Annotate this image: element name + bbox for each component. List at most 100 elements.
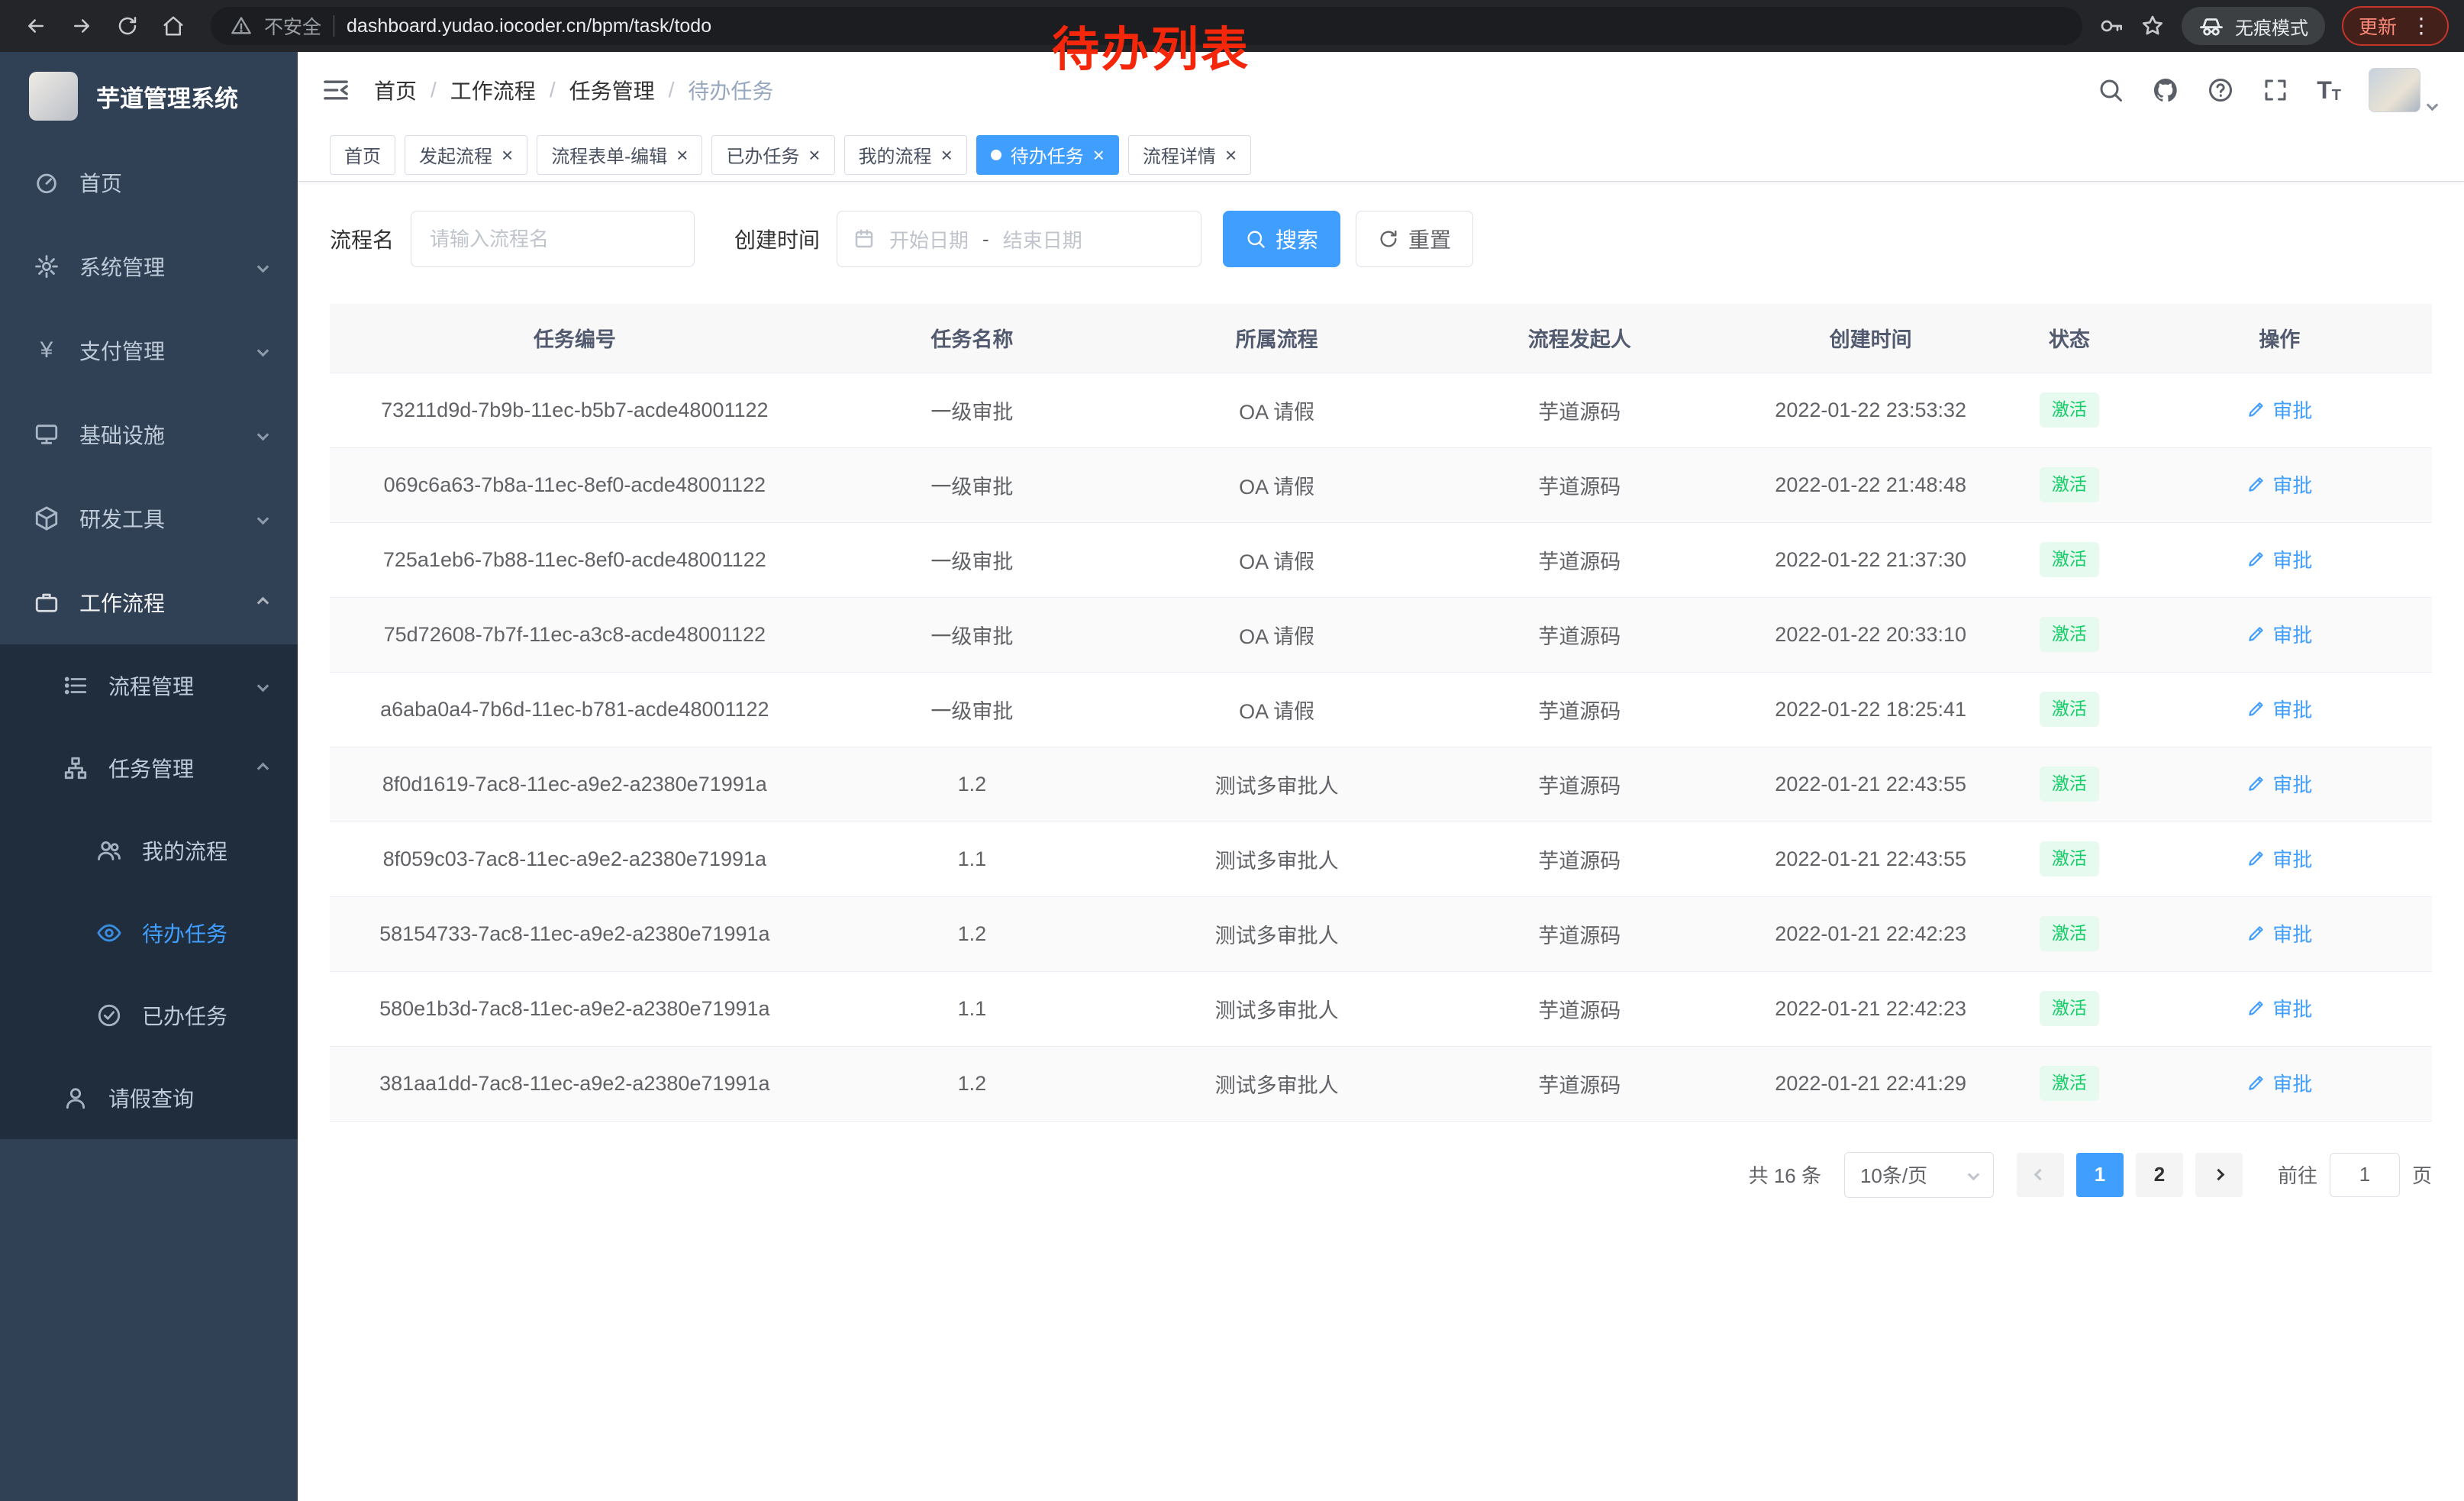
search-icon[interactable] (2097, 76, 2124, 104)
edit-icon (2246, 399, 2266, 419)
breadcrumb-item[interactable]: 任务管理 (569, 75, 655, 105)
chevron-down-icon (257, 428, 269, 441)
cell-process: OA 请假 (1124, 447, 1429, 522)
approve-link[interactable]: 审批 (2246, 919, 2312, 947)
approve-link[interactable]: 审批 (2246, 770, 2312, 798)
cell-created: 2022-01-21 22:42:23 (1730, 971, 2011, 1046)
prev-page-button[interactable] (2017, 1153, 2064, 1197)
tab-close-icon[interactable]: × (808, 145, 820, 165)
avatar[interactable] (2369, 68, 2420, 112)
sidebar-item-done-task[interactable]: 已办任务 (0, 974, 298, 1057)
table-row: 58154733-7ac8-11ec-a9e2-a2380e71991a 1.2… (330, 896, 2432, 971)
cell-task-name: 一级审批 (820, 597, 1124, 672)
cell-task-name: 1.1 (820, 822, 1124, 896)
sidebar-item-payment[interactable]: ¥ 支付管理 (0, 308, 298, 392)
tab-close-icon[interactable]: × (1093, 145, 1105, 165)
approve-link[interactable]: 审批 (2246, 1069, 2312, 1097)
page-size-select[interactable]: 10条/页 (1844, 1152, 1994, 1198)
reset-button[interactable]: 重置 (1356, 211, 1473, 267)
approve-link[interactable]: 审批 (2246, 620, 2312, 648)
sidebar-item-todo-task[interactable]: 待办任务 (0, 892, 298, 974)
cell-process: OA 请假 (1124, 672, 1429, 747)
chevron-down-icon (1968, 1169, 1980, 1181)
approve-link[interactable]: 审批 (2246, 470, 2312, 499)
tab-process-form-edit[interactable]: 流程表单-编辑 × (537, 135, 702, 175)
approve-link[interactable]: 审批 (2246, 994, 2312, 1022)
tab-close-icon[interactable]: × (676, 145, 688, 165)
sidebar-item-home[interactable]: 首页 (0, 140, 298, 224)
tab-home[interactable]: 首页 (330, 135, 395, 175)
browser-forward-button[interactable] (61, 5, 102, 47)
browser-home-button[interactable] (153, 5, 194, 47)
tab-process-detail[interactable]: 流程详情 × (1128, 135, 1251, 175)
address-bar[interactable]: 不安全 dashboard.yudao.iocoder.cn/bpm/task/… (211, 7, 2082, 45)
table-row: 8f059c03-7ac8-11ec-a9e2-a2380e71991a 1.1… (330, 822, 2432, 896)
approve-link[interactable]: 审批 (2246, 395, 2312, 424)
browser-reload-button[interactable] (107, 5, 148, 47)
cell-created: 2022-01-22 21:37:30 (1730, 522, 2011, 597)
browser-back-button[interactable] (15, 5, 56, 47)
sidebar-item-task-mgmt[interactable]: 任务管理 (0, 727, 298, 809)
search-button[interactable]: 搜索 (1223, 211, 1340, 267)
approve-link[interactable]: 审批 (2246, 844, 2312, 873)
sidebar-item-devtools[interactable]: 研发工具 (0, 476, 298, 560)
process-name-input[interactable] (411, 211, 695, 267)
tab-my-process[interactable]: 我的流程 × (844, 135, 967, 175)
gear-icon (34, 253, 60, 279)
briefcase-icon (34, 589, 60, 615)
cell-created: 2022-01-21 22:43:55 (1730, 747, 2011, 822)
calendar-icon (853, 228, 876, 250)
chevron-down-icon (2427, 99, 2439, 111)
breadcrumb-item[interactable]: 首页 (374, 75, 417, 105)
fullscreen-icon[interactable] (2262, 76, 2289, 104)
browser-update-button[interactable]: 更新 ⋮ (2342, 6, 2449, 46)
goto-label: 前往 (2278, 1160, 2317, 1189)
tab-done-task[interactable]: 已办任务 × (711, 135, 834, 175)
edit-icon (2246, 773, 2266, 793)
create-time-label: 创建时间 (734, 224, 820, 254)
tab-close-icon[interactable]: × (1225, 145, 1237, 165)
next-page-button[interactable] (2195, 1153, 2243, 1197)
github-icon[interactable] (2152, 76, 2179, 104)
breadcrumb-item[interactable]: 工作流程 (450, 75, 536, 105)
tab-close-icon[interactable]: × (502, 145, 513, 165)
status-badge: 激活 (2040, 692, 2099, 727)
tab-close-icon[interactable]: × (941, 145, 953, 165)
table-row: 8f0d1619-7ac8-11ec-a9e2-a2380e71991a 1.2… (330, 747, 2432, 822)
sidebar-item-my-process[interactable]: 我的流程 (0, 809, 298, 892)
font-size-icon[interactable]: TT (2317, 76, 2341, 105)
status-badge: 激活 (2040, 617, 2099, 652)
edit-icon (2246, 699, 2266, 718)
cell-starter: 芋道源码 (1429, 672, 1730, 747)
sidebar: 芋道管理系统 首页 系统管理 ¥ 支付管理 基础设施 研发工具 工作 (0, 52, 298, 1501)
browser-menu-icon[interactable]: ⋮ (2411, 15, 2432, 37)
sidebar-item-infra[interactable]: 基础设施 (0, 392, 298, 476)
goto-page-input[interactable] (2330, 1153, 2400, 1197)
sidebar-item-system[interactable]: 系统管理 (0, 224, 298, 308)
help-icon[interactable] (2207, 76, 2234, 104)
bookmark-star-icon[interactable] (2140, 14, 2165, 38)
tab-todo-task[interactable]: 待办任务 × (976, 135, 1119, 175)
cell-starter: 芋道源码 (1429, 597, 1730, 672)
approve-link[interactable]: 审批 (2246, 545, 2312, 573)
sidebar-item-leave-query[interactable]: 请假查询 (0, 1057, 298, 1139)
cell-task-id: 8f059c03-7ac8-11ec-a9e2-a2380e71991a (330, 822, 820, 896)
page-button-1[interactable]: 1 (2076, 1153, 2124, 1197)
tab-start-process[interactable]: 发起流程 × (405, 135, 527, 175)
sidebar-toggle-button[interactable] (321, 75, 351, 105)
approve-link[interactable]: 审批 (2246, 695, 2312, 723)
user-menu[interactable] (2369, 68, 2437, 112)
table-row: 381aa1dd-7ac8-11ec-a9e2-a2380e71991a 1.2… (330, 1046, 2432, 1121)
breadcrumb-current: 待办任务 (688, 75, 773, 105)
table-row: 73211d9d-7b9b-11ec-b5b7-acde48001122 一级审… (330, 373, 2432, 447)
cell-task-id: 8f0d1619-7ac8-11ec-a9e2-a2380e71991a (330, 747, 820, 822)
cell-created: 2022-01-21 22:43:55 (1730, 822, 2011, 896)
sidebar-item-workflow[interactable]: 工作流程 (0, 560, 298, 644)
page-button-2[interactable]: 2 (2136, 1153, 2183, 1197)
key-icon[interactable] (2099, 14, 2124, 38)
cell-created: 2022-01-22 20:33:10 (1730, 597, 2011, 672)
sidebar-item-process-mgmt[interactable]: 流程管理 (0, 644, 298, 727)
date-range-picker[interactable]: 开始日期 - 结束日期 (837, 211, 1201, 267)
cell-created: 2022-01-22 21:48:48 (1730, 447, 2011, 522)
edit-icon (2246, 624, 2266, 644)
